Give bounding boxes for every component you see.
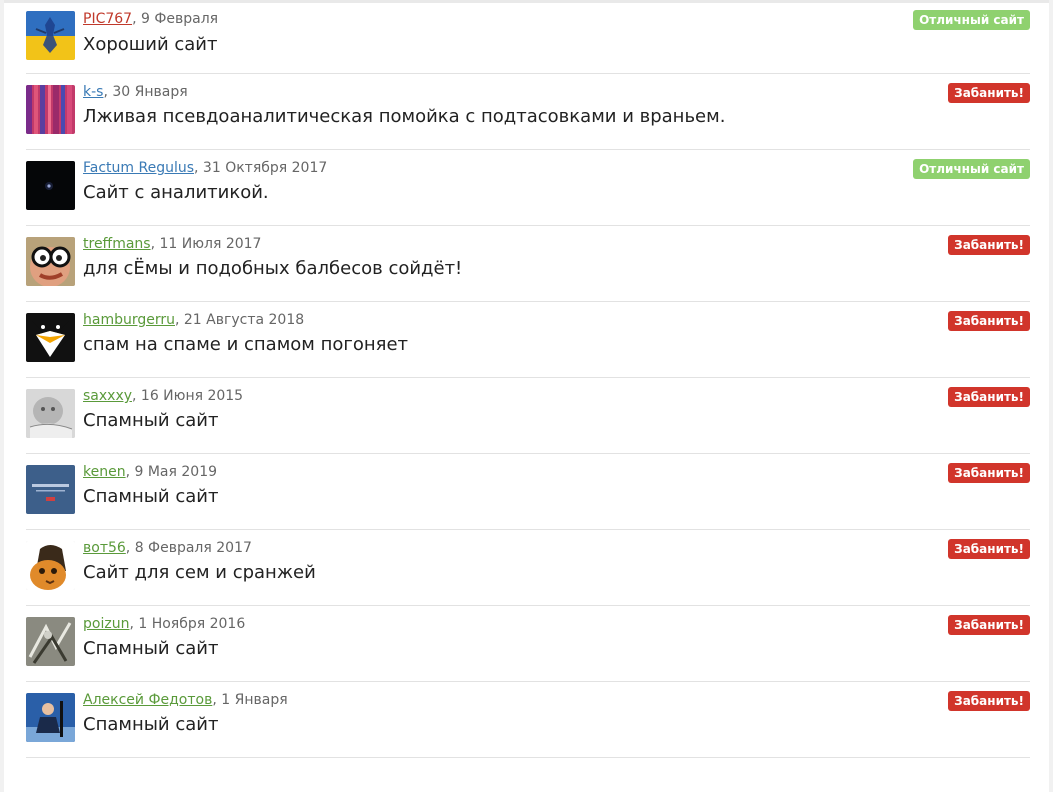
author-link[interactable]: Factum Regulus [83,160,194,176]
ban-button[interactable]: Забанить! [948,311,1030,331]
review-text: Спамный сайт [83,714,219,735]
cat-avatar-icon[interactable] [26,541,75,590]
review-meta: hamburgerru, 21 Августа 2018 [83,312,304,328]
person-blue-avatar-icon[interactable] [26,693,75,742]
review-date: , 21 Августа 2018 [175,312,305,328]
ban-button[interactable]: Забанить! [948,387,1030,407]
review-item: poizun, 1 Ноября 2016 Спамный сайт Забан… [26,606,1030,682]
author-link[interactable]: poizun [83,616,129,632]
review-item: saxxxy, 16 Июня 2015 Спамный сайт Забани… [26,378,1030,454]
author-link[interactable]: hamburgerru [83,312,175,328]
review-meta: kenen, 9 Мая 2019 [83,464,217,480]
ban-button[interactable]: Забанить! [948,539,1030,559]
review-text: Лживая псевдоаналитическая помойка с под… [83,106,726,127]
author-link[interactable]: kenen [83,464,126,480]
review-meta: вот56, 8 Февраля 2017 [83,540,252,556]
ban-button[interactable]: Забанить! [948,615,1030,635]
dark-star-avatar-icon[interactable] [26,161,75,210]
review-date: , 9 Мая 2019 [125,464,218,480]
review-meta: Factum Regulus, 31 Октября 2017 [83,160,327,176]
review-text: Спамный сайт [83,410,219,431]
author-link[interactable]: saxxxy [83,388,132,404]
review-meta: saxxxy, 16 Июня 2015 [83,388,243,404]
author-link[interactable]: вот56 [83,540,126,556]
excellent-site-badge[interactable]: Отличный сайт [913,10,1030,30]
review-date: , 9 Февраля [132,11,219,27]
ban-button[interactable]: Забанить! [948,83,1030,103]
left-border [0,0,4,792]
author-link[interactable]: k-s [83,84,103,100]
review-meta: poizun, 1 Ноября 2016 [83,616,245,632]
review-text: для сЁмы и подобных балбесов сойдёт! [83,258,463,279]
review-date: , 8 Февраля 2017 [125,540,252,556]
review-meta: treffmans, 11 Июля 2017 [83,236,261,252]
review-date: , 1 Ноября 2016 [129,616,246,632]
review-meta: k-s, 30 Января [83,84,188,100]
ban-button[interactable]: Забанить! [948,235,1030,255]
review-date: , 1 Января [212,692,288,708]
review-item: Factum Regulus, 31 Октября 2017 Сайт с а… [26,150,1030,226]
review-item: Алексей Федотов, 1 Января Спамный сайт З… [26,682,1030,758]
review-item: kenen, 9 Мая 2019 Спамный сайт Забанить! [26,454,1030,530]
author-link[interactable]: treffmans [83,236,151,252]
blue-banner-avatar-icon[interactable] [26,465,75,514]
review-text: Хороший сайт [83,34,218,55]
review-date: , 31 Октября 2017 [194,160,328,176]
review-text: Спамный сайт [83,638,219,659]
stripes-avatar-icon[interactable] [26,85,75,134]
reviews-page: PIC767, 9 Февраля Хороший сайт Отличный … [0,0,1053,792]
sketch-avatar-icon[interactable] [26,617,75,666]
review-list: PIC767, 9 Февраля Хороший сайт Отличный … [26,3,1030,758]
review-item: вот56, 8 Февраля 2017 Сайт для сем и сра… [26,530,1030,606]
review-text: Сайт для сем и сранжей [83,562,316,583]
author-link[interactable]: PIC767 [83,11,132,27]
review-meta: PIC767, 9 Февраля [83,11,218,27]
ban-button[interactable]: Забанить! [948,691,1030,711]
baby-photo-avatar-icon[interactable] [26,389,75,438]
review-item: PIC767, 9 Февраля Хороший сайт Отличный … [26,3,1030,74]
glasses-face-avatar-icon[interactable] [26,237,75,286]
review-meta: Алексей Федотов, 1 Января [83,692,288,708]
right-border [1049,0,1053,792]
review-item: treffmans, 11 Июля 2017 для сЁмы и подоб… [26,226,1030,302]
review-date: , 11 Июля 2017 [150,236,262,252]
review-text: Спамный сайт [83,486,219,507]
review-item: k-s, 30 Января Лживая псевдоаналитическа… [26,74,1030,150]
ban-button[interactable]: Забанить! [948,463,1030,483]
review-date: , 16 Июня 2015 [132,388,244,404]
penguin-avatar-icon[interactable] [26,313,75,362]
excellent-site-badge[interactable]: Отличный сайт [913,159,1030,179]
ukraine-flag-avatar-icon[interactable] [26,11,75,60]
review-item: hamburgerru, 21 Августа 2018 спам на спа… [26,302,1030,378]
review-text: спам на спаме и спамом погоняет [83,334,409,355]
author-link[interactable]: Алексей Федотов [83,692,212,708]
review-date: , 30 Января [103,84,188,100]
review-text: Сайт с аналитикой. [83,182,269,203]
